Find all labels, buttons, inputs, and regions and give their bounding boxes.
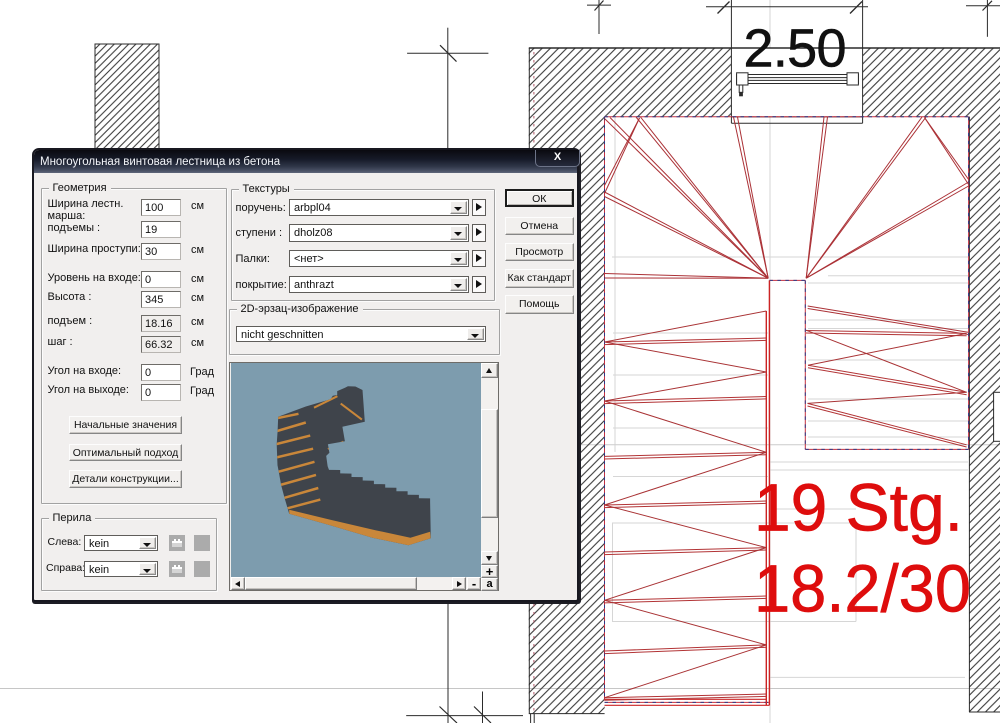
svg-text:2.50: 2.50 — [744, 19, 847, 79]
svg-text:19 Stg.: 19 Stg. — [754, 471, 963, 546]
svg-text:18.2/30: 18.2/30 — [754, 552, 971, 627]
